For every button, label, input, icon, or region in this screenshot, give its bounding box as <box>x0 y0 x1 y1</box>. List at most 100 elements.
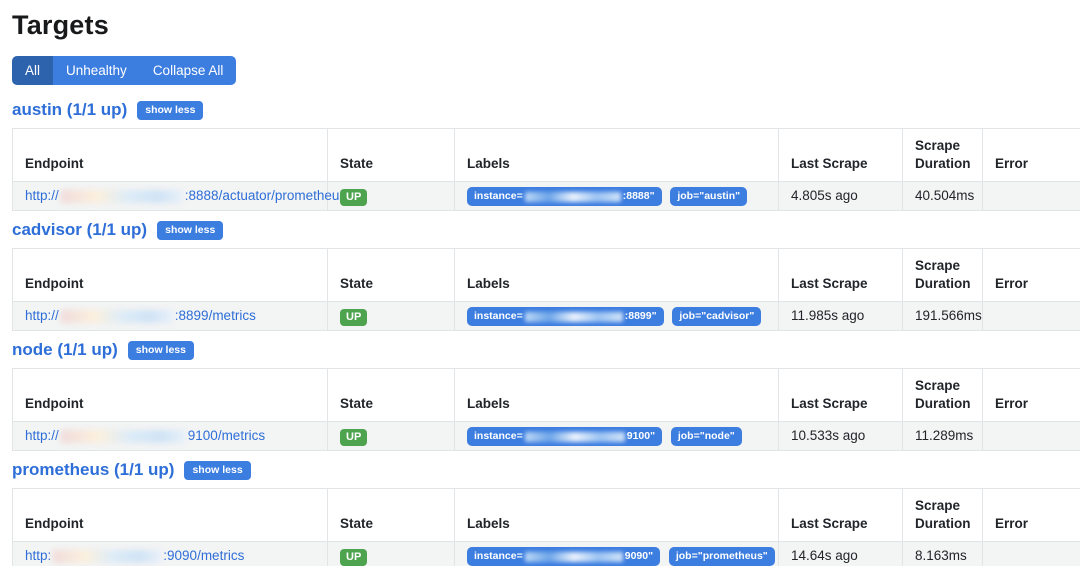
endpoint-suffix: 9100/metrics <box>187 428 266 443</box>
table-header-row: Endpoint State Labels Last Scrape Scrape… <box>12 488 1080 542</box>
col-header-scrape-duration: Scrape Duration <box>902 488 983 542</box>
state-cell: UP <box>327 541 455 566</box>
labels-cell: instance= :8888" job="austin" <box>454 181 779 211</box>
instance-label-badge[interactable]: instance= :8899" <box>467 307 664 326</box>
col-header-last-scrape: Last Scrape <box>778 128 903 182</box>
job-label-badge[interactable]: job="austin" <box>670 187 748 206</box>
col-header-scrape-duration: Scrape Duration <box>902 128 983 182</box>
job-label-badge[interactable]: job="cadvisor" <box>672 307 762 326</box>
redacted-host-blur <box>53 549 162 563</box>
filter-unhealthy-button[interactable]: Unhealthy <box>53 56 140 85</box>
col-header-state: State <box>327 248 455 302</box>
col-header-endpoint: Endpoint <box>12 488 328 542</box>
col-header-state: State <box>327 368 455 422</box>
col-header-error: Error <box>982 368 1080 422</box>
job-title-link[interactable]: cadvisor (1/1 up) <box>12 220 147 240</box>
col-header-labels: Labels <box>454 248 779 302</box>
col-header-error: Error <box>982 488 1080 542</box>
redacted-instance-blur <box>524 191 621 202</box>
job-label-badge[interactable]: job="prometheus" <box>668 547 775 566</box>
show-less-button[interactable]: show less <box>157 220 224 240</box>
instance-label-prefix: instance= <box>474 550 523 562</box>
instance-label-prefix: instance= <box>474 310 523 322</box>
scrape-duration-cell: 8.163ms <box>902 541 983 566</box>
job-title-link[interactable]: austin (1/1 up) <box>12 100 127 120</box>
instance-label-badge[interactable]: instance= 9100" <box>467 427 663 446</box>
col-header-state: State <box>327 128 455 182</box>
col-header-last-scrape: Last Scrape <box>778 368 903 422</box>
instance-label-badge[interactable]: instance= 9090" <box>467 547 661 566</box>
instance-label-prefix: instance= <box>474 430 523 442</box>
redacted-instance-blur <box>524 311 623 322</box>
job-section-cadvisor: cadvisor (1/1 up) show less Endpoint Sta… <box>12 220 1080 331</box>
target-row: http://:8888/actuator/prometheus UP inst… <box>12 181 1080 211</box>
show-less-button[interactable]: show less <box>137 100 204 120</box>
endpoint-cell: http:// 9100/metrics <box>12 421 328 451</box>
last-scrape-cell: 4.805s ago <box>778 181 903 211</box>
labels-cell: instance= 9090" job="prometheus" <box>454 541 779 566</box>
redacted-instance-blur <box>524 431 625 442</box>
job-header: node (1/1 up) show less <box>12 340 1080 360</box>
table-header-row: Endpoint State Labels Last Scrape Scrape… <box>12 368 1080 422</box>
instance-label-suffix: 9100" <box>626 430 656 442</box>
page-title: Targets <box>12 10 109 40</box>
filter-button-group: All Unhealthy Collapse All <box>12 56 237 85</box>
col-header-last-scrape: Last Scrape <box>778 488 903 542</box>
endpoint-prefix: http:// <box>25 308 59 323</box>
col-header-error: Error <box>982 128 1080 182</box>
job-section-austin: austin (1/1 up) show less Endpoint State… <box>12 100 1080 211</box>
state-cell: UP <box>327 301 455 331</box>
instance-label-prefix: instance= <box>474 190 523 202</box>
col-header-last-scrape: Last Scrape <box>778 248 903 302</box>
target-row: http://:8899/metrics UP instance= :8899" … <box>12 301 1080 331</box>
endpoint-prefix: http: <box>25 548 52 563</box>
instance-label-suffix: 9090" <box>624 550 654 562</box>
error-cell <box>982 181 1080 211</box>
last-scrape-cell: 10.533s ago <box>778 421 903 451</box>
endpoint-link[interactable]: http: :9090/metrics <box>25 548 244 563</box>
table-header-row: Endpoint State Labels Last Scrape Scrape… <box>12 248 1080 302</box>
col-header-state: State <box>327 488 455 542</box>
redacted-host-blur <box>60 309 173 323</box>
last-scrape-cell: 14.64s ago <box>778 541 903 566</box>
show-less-button[interactable]: show less <box>184 460 251 480</box>
collapse-all-button[interactable]: Collapse All <box>139 56 237 85</box>
endpoint-link[interactable]: http:// :8888/actuator/prometheus <box>25 188 346 203</box>
job-header: cadvisor (1/1 up) show less <box>12 220 1080 240</box>
instance-label-suffix: :8899" <box>624 310 657 322</box>
col-header-endpoint: Endpoint <box>12 248 328 302</box>
col-header-scrape-duration: Scrape Duration <box>902 368 983 422</box>
last-scrape-cell: 11.985s ago <box>778 301 903 331</box>
scrape-duration-cell: 40.504ms <box>902 181 983 211</box>
error-cell <box>982 301 1080 331</box>
col-header-endpoint: Endpoint <box>12 128 328 182</box>
targets-table: Endpoint State Labels Last Scrape Scrape… <box>12 488 1080 566</box>
show-less-button[interactable]: show less <box>127 340 194 360</box>
instance-label-badge[interactable]: instance= :8888" <box>467 187 662 206</box>
job-title-link[interactable]: node (1/1 up) <box>12 340 118 360</box>
job-label-badge[interactable]: job="node" <box>670 427 742 446</box>
endpoint-cell: http://:8899/metrics <box>12 301 328 331</box>
targets-table: Endpoint State Labels Last Scrape Scrape… <box>12 368 1080 451</box>
endpoint-cell: http: :9090/metrics <box>12 541 328 566</box>
endpoint-link[interactable]: http:// 9100/metrics <box>25 428 265 443</box>
target-row: http:// 9100/metrics UP instance= 9100" jo… <box>12 421 1080 451</box>
instance-label-suffix: :8888" <box>622 190 655 202</box>
targets-page: Targets All Unhealthy Collapse All austi… <box>0 0 1080 566</box>
labels-cell: instance= 9100" job="node" <box>454 421 779 451</box>
col-header-endpoint: Endpoint <box>12 368 328 422</box>
endpoint-link[interactable]: http://:8899/metrics <box>25 308 256 323</box>
col-header-labels: Labels <box>454 128 779 182</box>
job-section-prometheus: prometheus (1/1 up) show less Endpoint S… <box>12 460 1080 566</box>
scrape-duration-cell: 191.566ms <box>902 301 983 331</box>
targets-table: Endpoint State Labels Last Scrape Scrape… <box>12 248 1080 331</box>
filter-all-button[interactable]: All <box>12 56 54 85</box>
labels-cell: instance= :8899" job="cadvisor" <box>454 301 779 331</box>
endpoint-prefix: http:// <box>25 188 59 203</box>
endpoint-suffix: :9090/metrics <box>163 548 245 563</box>
endpoint-suffix: :8888/actuator/prometheus <box>184 188 347 203</box>
scrape-duration-cell: 11.289ms <box>902 421 983 451</box>
state-up-badge: UP <box>340 548 368 566</box>
job-title-link[interactable]: prometheus (1/1 up) <box>12 460 174 480</box>
job-section-node: node (1/1 up) show less Endpoint State L… <box>12 340 1080 451</box>
